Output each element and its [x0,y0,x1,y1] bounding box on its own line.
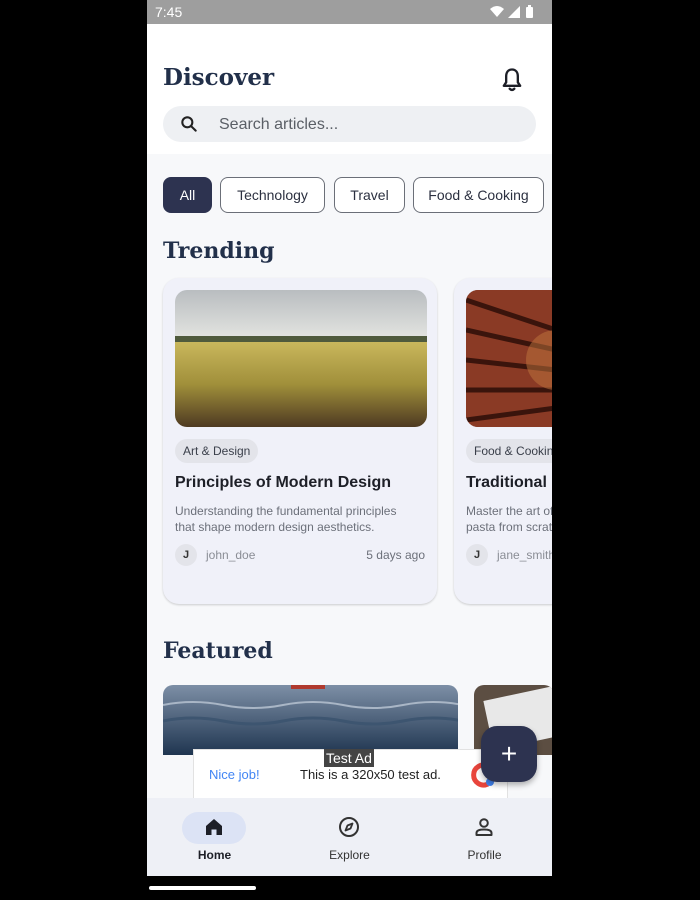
avatar: J [466,544,488,566]
avatar: J [175,544,197,566]
ad-message: This is a 320x50 test ad. [300,767,441,782]
wifi-icon [490,6,504,17]
status-time: 7:45 [155,4,183,20]
search-icon [181,116,197,132]
article-image-building [466,290,552,427]
home-icon [206,819,222,835]
bottom-navigation: Home Explore Profile [147,798,552,876]
ad-label: Test Ad [324,749,374,767]
chip-travel[interactable]: Travel [334,177,405,213]
battery-icon [526,7,533,18]
author-name: john_doe [206,548,256,562]
article-image-field [175,290,427,427]
app-header: Discover [147,24,552,154]
gesture-home-bar[interactable] [149,886,256,890]
article-description: Master the art of making authentic Itali… [466,504,552,534]
article-description: Understanding the fundamental principles… [175,504,397,534]
page-title: Discover [163,64,275,91]
trending-heading: Trending [163,238,275,264]
nav-item-home[interactable]: Home [147,798,282,876]
status-bar: 7:45 [147,0,552,24]
article-tag: Food & Cooking [466,439,552,463]
chip-all[interactable]: All [163,177,212,213]
article-card[interactable]: Food & Cooking Traditional Italian Pasta… [454,278,552,604]
nav-label: Profile [467,848,502,862]
add-article-button[interactable]: + [481,726,537,782]
search-input[interactable] [217,112,521,138]
person-icon [475,818,493,836]
article-card[interactable]: Art & Design Principles of Modern Design… [163,278,437,604]
article-tag: Art & Design [175,439,259,463]
chip-technology[interactable]: Technology [220,177,325,213]
nav-label: Explore [329,848,370,862]
phone-screen: 7:45 Discover All Technology Travel Food… [147,0,552,876]
nav-label: Home [197,848,232,862]
compass-icon [339,817,359,837]
published-time: 5 days ago [366,548,425,562]
chip-food-cooking[interactable]: Food & Cooking [413,177,544,213]
search-bar[interactable] [163,106,536,142]
signal-icon [508,6,520,18]
ad-banner[interactable]: Test Ad Nice job! This is a 320x50 test … [193,749,508,799]
article-title: Traditional Italian Pasta [466,474,552,491]
bell-icon[interactable] [498,66,526,94]
featured-card-image[interactable] [163,685,458,755]
ad-cta-link[interactable]: Nice job! [209,767,260,782]
status-icons [490,5,533,18]
nav-item-explore[interactable]: Explore [282,798,417,876]
article-title: Principles of Modern Design [175,474,392,491]
author-name: jane_smith [497,548,552,562]
plus-icon: + [500,738,518,769]
featured-heading: Featured [163,638,273,664]
nav-item-profile[interactable]: Profile [417,798,552,876]
